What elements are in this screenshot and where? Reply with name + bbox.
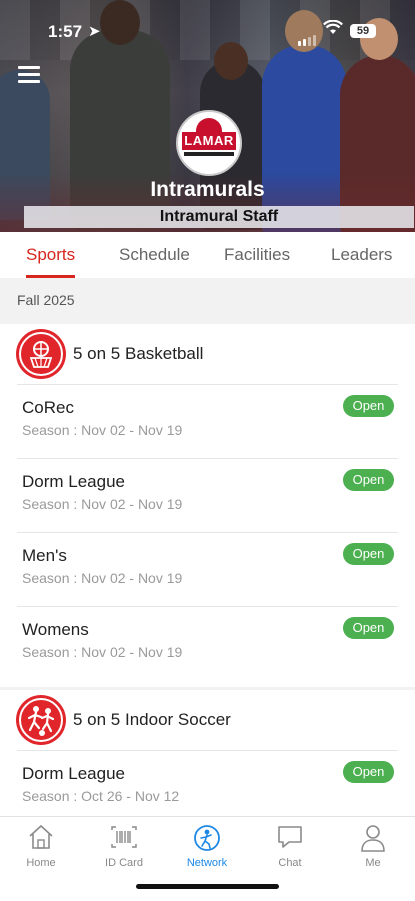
row-divider: [17, 606, 398, 607]
sport-card: 5 on 5 Basketball CoRec Season : Nov 02 …: [0, 324, 415, 687]
league-name: Womens: [22, 620, 89, 639]
league-name: Men's: [22, 546, 67, 565]
row-divider: [17, 532, 398, 533]
league-row[interactable]: Men's Season : Nov 02 - Nov 19 Open: [0, 532, 415, 606]
league-row[interactable]: Dorm League Season : Nov 02 - Nov 19 Ope…: [0, 458, 415, 532]
league-season: Season : Oct 26 - Nov 12: [22, 788, 180, 804]
menu-button[interactable]: [18, 66, 40, 84]
row-divider: [17, 384, 398, 385]
network-icon: [167, 823, 247, 853]
league-name: CoRec: [22, 398, 74, 417]
basketball-icon: [16, 329, 66, 379]
status-badge: Open: [343, 617, 394, 639]
nav-label: Home: [26, 857, 56, 869]
tab-schedule[interactable]: Schedule: [119, 232, 190, 278]
battery-icon: 59: [350, 24, 376, 38]
status-badge: Open: [343, 469, 394, 491]
home-icon: [1, 823, 81, 853]
league-season: Season : Nov 02 - Nov 19: [22, 644, 183, 660]
nav-label: Network: [186, 857, 228, 869]
wifi-icon: [323, 19, 343, 41]
sport-header: 5 on 5 Basketball: [0, 324, 415, 384]
league-name: Dorm League: [22, 764, 126, 783]
nav-label: ID Card: [105, 857, 143, 869]
page-title: Intramurals: [150, 178, 265, 201]
league-row[interactable]: Womens Season : Nov 02 - Nov 19 Open: [0, 606, 415, 680]
tab-facilities[interactable]: Facilities: [224, 232, 290, 278]
nav-me[interactable]: Me: [333, 823, 413, 869]
nav-home[interactable]: Home: [1, 823, 81, 869]
league-row[interactable]: Dorm League Season : Oct 26 - Nov 12 Ope…: [0, 750, 415, 824]
tab-bar: Sports Schedule Facilities Leaders: [0, 232, 415, 278]
season-header: Fall 2025: [0, 278, 415, 322]
sport-card: 5 on 5 Indoor Soccer Dorm League Season …: [0, 690, 415, 816]
row-divider: [17, 750, 398, 751]
barcode-icon: [84, 823, 164, 853]
status-badge: Open: [343, 543, 394, 565]
hamburger-icon-line: [18, 80, 40, 83]
cellular-signal-icon: [298, 26, 318, 46]
soccer-icon: [16, 695, 66, 745]
nav-label: Chat: [278, 857, 302, 869]
header-banner: 1:57 ➤ 59 LAMAR Intramurals Intramural S…: [0, 0, 415, 232]
sport-name: 5 on 5 Indoor Soccer: [73, 710, 231, 729]
tab-leaders[interactable]: Leaders: [331, 232, 392, 278]
logo-underline: [184, 152, 234, 156]
chat-icon: [250, 823, 330, 853]
status-bar: 1:57 ➤ 59: [0, 0, 415, 50]
season-label: Fall 2025: [17, 292, 75, 308]
status-badge: Open: [343, 395, 394, 417]
logo-text: LAMAR: [182, 132, 236, 150]
nav-network[interactable]: Network: [167, 823, 247, 869]
sport-header: 5 on 5 Indoor Soccer: [0, 690, 415, 750]
status-time: 1:57: [48, 22, 83, 41]
location-arrow-icon: ➤: [88, 23, 101, 40]
person-icon: [333, 823, 413, 853]
nav-id-card[interactable]: ID Card: [84, 823, 164, 869]
league-season: Season : Nov 02 - Nov 19: [22, 570, 183, 586]
league-season: Season : Nov 02 - Nov 19: [22, 422, 183, 438]
university-logo: LAMAR: [176, 110, 242, 176]
league-name: Dorm League: [22, 472, 126, 491]
home-indicator: [136, 884, 279, 889]
page-subtitle: Intramural Staff: [24, 206, 414, 228]
row-divider: [17, 458, 398, 459]
nav-chat[interactable]: Chat: [250, 823, 330, 869]
sport-name: 5 on 5 Basketball: [73, 344, 204, 363]
league-season: Season : Nov 02 - Nov 19: [22, 496, 183, 512]
tab-sports[interactable]: Sports: [26, 232, 76, 278]
league-row[interactable]: CoRec Season : Nov 02 - Nov 19 Open: [0, 384, 415, 458]
nav-label: Me: [365, 857, 381, 869]
hamburger-icon: [18, 66, 40, 69]
status-badge: Open: [343, 761, 394, 783]
logo-emblem: [196, 118, 222, 132]
hamburger-icon-line: [18, 73, 40, 76]
